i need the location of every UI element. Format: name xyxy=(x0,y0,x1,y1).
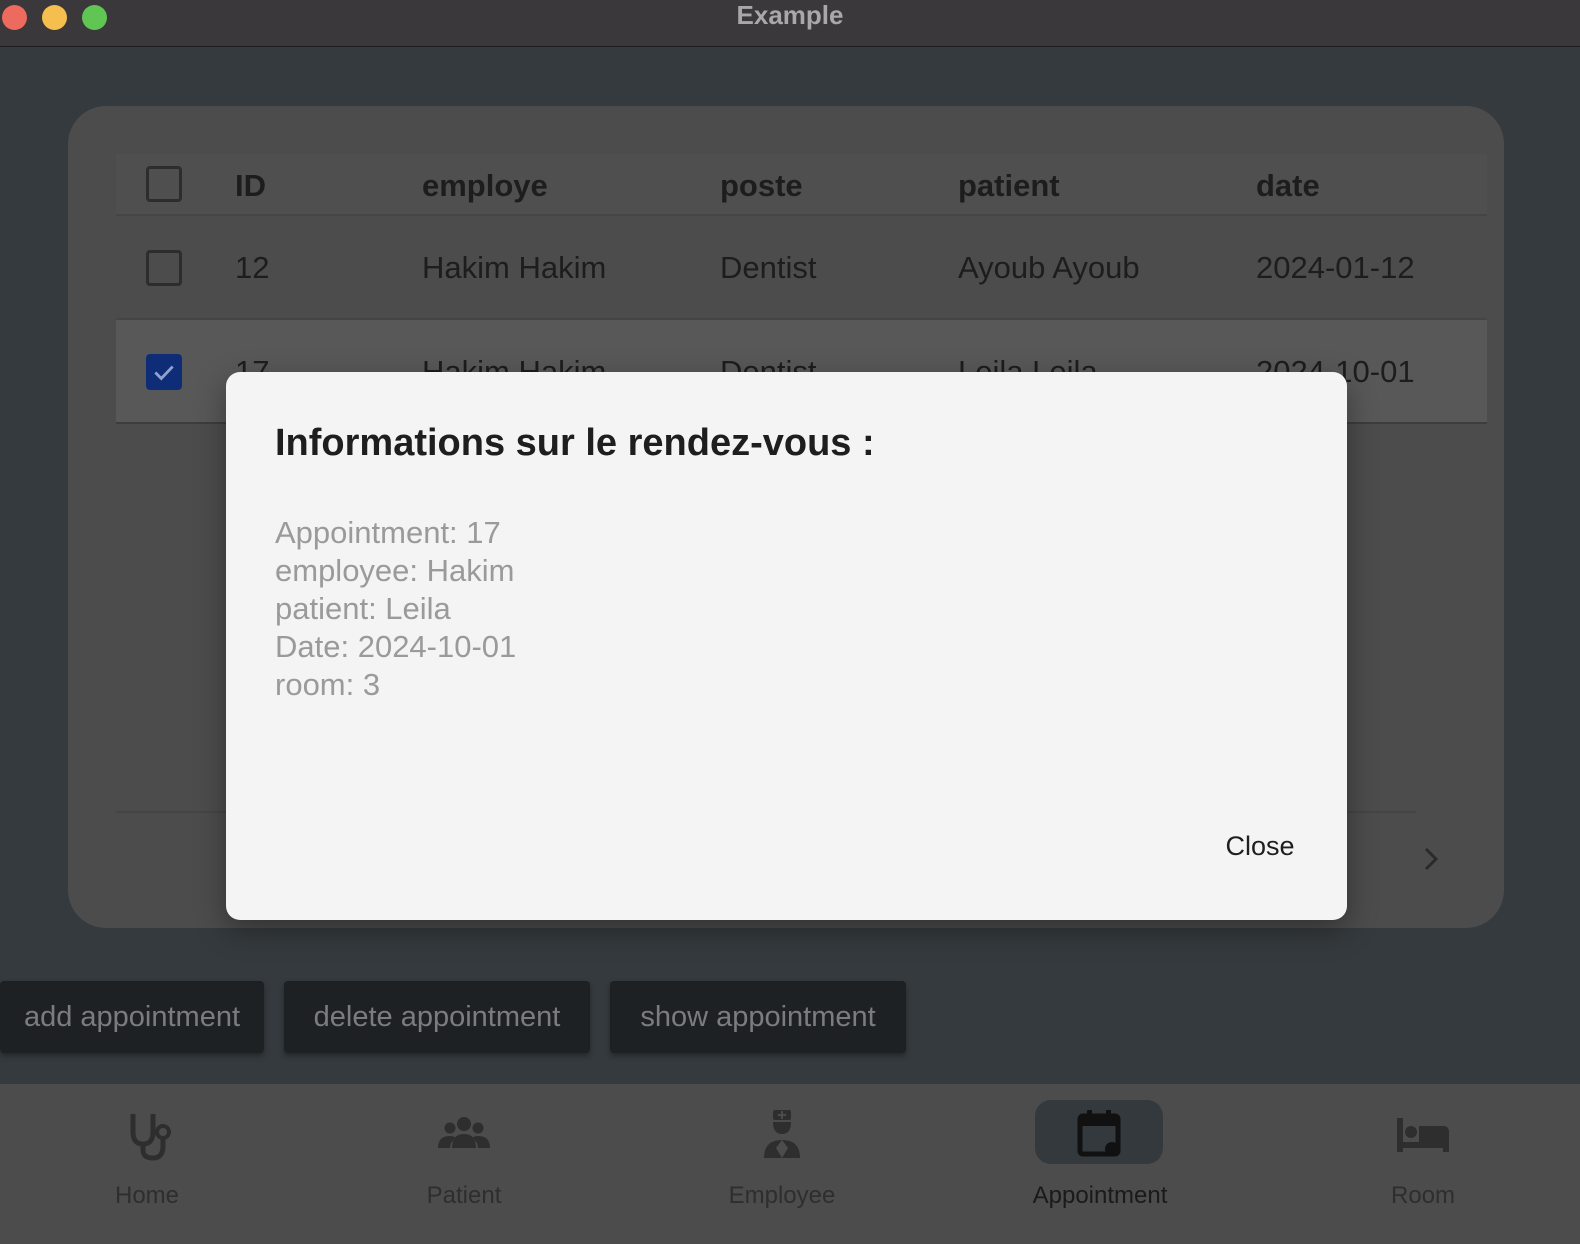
appointment-info-dialog: Informations sur le rendez-vous : Appoin… xyxy=(226,372,1347,920)
window-titlebar: Example xyxy=(0,0,1580,47)
dialog-date-line: Date: 2024-10-01 xyxy=(275,629,517,664)
close-button[interactable]: Close xyxy=(1198,822,1322,870)
dialog-content: Appointment: 17 employee: Hakim patient:… xyxy=(275,514,516,704)
dialog-patient-line: patient: Leila xyxy=(275,591,451,626)
dialog-title: Informations sur le rendez-vous : xyxy=(275,422,875,464)
dialog-room-line: room: 3 xyxy=(275,667,381,702)
dialog-employee-line: employee: Hakim xyxy=(275,553,515,588)
window-title: Example xyxy=(736,0,844,30)
dialog-appointment-line: Appointment: 17 xyxy=(275,515,501,550)
